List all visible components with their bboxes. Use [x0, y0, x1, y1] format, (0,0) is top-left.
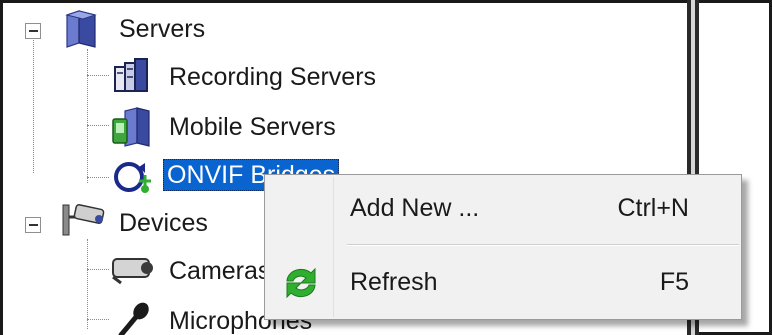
- tree-connector: [87, 177, 109, 178]
- server-group-icon: [65, 10, 97, 48]
- refresh-icon: [286, 267, 316, 299]
- menu-item-label: Refresh: [350, 268, 438, 296]
- menu-item-shortcut: F5: [659, 268, 689, 296]
- recording-servers-icon: [114, 58, 148, 92]
- devices-collapse-toggle[interactable]: [25, 217, 41, 233]
- tree-connector: [87, 319, 109, 320]
- tree-node-devices[interactable]: Devices: [119, 207, 208, 239]
- tree-connector: [87, 125, 109, 126]
- menu-item-shortcut: Ctrl+N: [617, 194, 689, 222]
- menu-separator: [347, 244, 739, 246]
- tree-connector: [33, 33, 34, 173]
- microphone-icon: [118, 302, 149, 335]
- context-menu: Add New ... Ctrl+N Refresh F5: [264, 174, 742, 320]
- camera-icon: [112, 258, 153, 285]
- menu-item-label: Add New ...: [350, 194, 480, 222]
- menu-item-refresh[interactable]: Refresh F5: [267, 255, 739, 313]
- tree-connector: [87, 75, 109, 76]
- tree-node-servers[interactable]: Servers: [119, 13, 205, 45]
- onvif-bridge-icon: [114, 162, 151, 193]
- tree-node-cameras[interactable]: Cameras: [169, 255, 270, 287]
- security-camera-icon: [62, 204, 105, 236]
- tree-connector: [87, 49, 88, 183]
- menu-item-add-new[interactable]: Add New ... Ctrl+N: [267, 181, 739, 239]
- servers-collapse-toggle[interactable]: [25, 23, 41, 39]
- tree-connector: [87, 239, 88, 329]
- tree-node-recording-servers[interactable]: Recording Servers: [169, 61, 376, 93]
- tree-connector: [87, 269, 109, 270]
- tree-node-mobile-servers[interactable]: Mobile Servers: [169, 111, 336, 143]
- mobile-servers-icon: [112, 107, 150, 147]
